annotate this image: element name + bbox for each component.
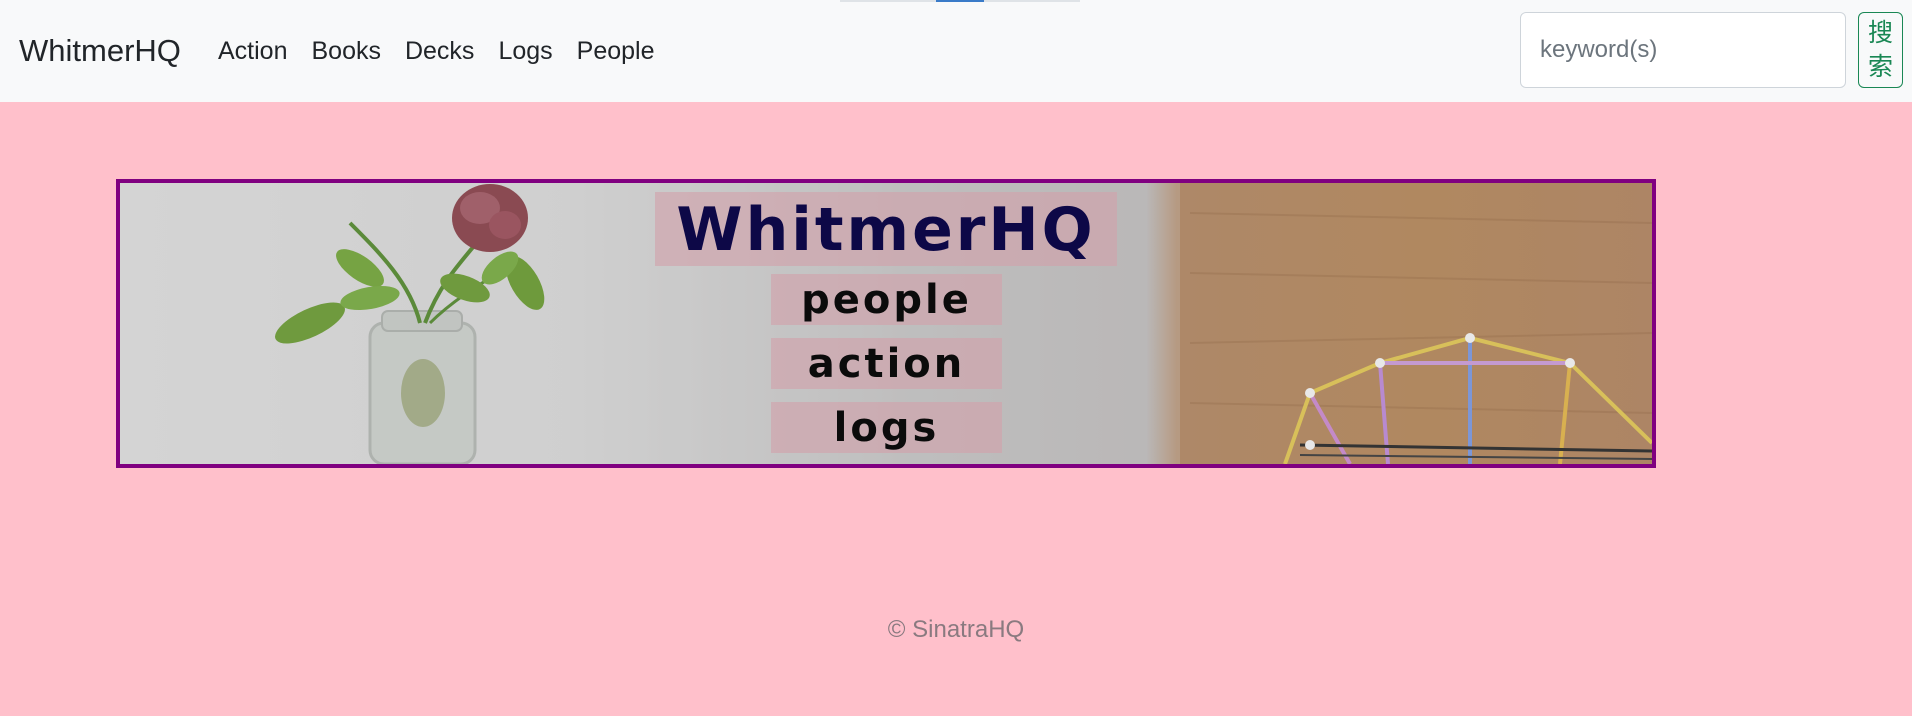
nav-link-logs[interactable]: Logs (486, 32, 564, 70)
search-button[interactable]: 搜索 (1858, 12, 1903, 88)
nav-links: Action Books Decks Logs People (206, 32, 667, 70)
search-input[interactable] (1520, 12, 1846, 88)
top-navbar: WhitmerHQ Action Books Decks Logs People… (0, 0, 1912, 102)
footer-copyright: © SinatraHQ (887, 616, 1025, 643)
nav-link-decks[interactable]: Decks (393, 32, 486, 70)
top-scroll-indicator (840, 0, 1080, 2)
banner-title: WhitmerHQ (655, 192, 1117, 266)
banner-link-people[interactable]: people (771, 274, 1002, 325)
nav-link-action[interactable]: Action (206, 32, 299, 70)
nav-link-books[interactable]: Books (299, 32, 392, 70)
nav-link-people[interactable]: People (565, 32, 667, 70)
brand-link[interactable]: WhitmerHQ (19, 29, 181, 73)
banner-link-logs[interactable]: logs (771, 402, 1002, 453)
hero-banner: WhitmerHQ people action logs (116, 179, 1656, 468)
top-scroll-indicator-active (936, 0, 984, 2)
banner-link-action[interactable]: action (771, 338, 1002, 389)
